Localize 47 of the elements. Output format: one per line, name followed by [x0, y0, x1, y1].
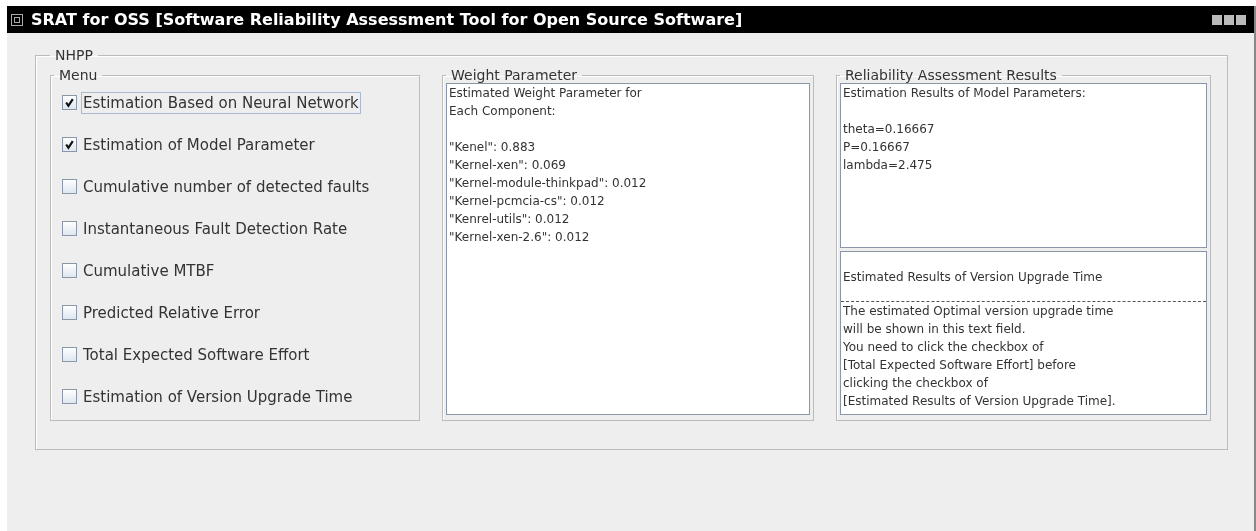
text-line: will be shown in this text field.	[843, 321, 1027, 338]
text-line: "Kenel": 0.883	[449, 139, 537, 156]
window-title: SRAT for OSS [Software Reliability Assessment Tool for Open Source Software]	[31, 10, 744, 29]
checkbox[interactable]	[62, 389, 77, 404]
text-line: The estimated Optimal version upgrade time	[843, 303, 1115, 320]
group-title: NHPP	[54, 47, 94, 63]
checkbox-label[interactable]: Predicted Relative Error	[81, 301, 262, 324]
text-line: Each Component:	[449, 103, 557, 120]
panel-title: Menu	[58, 67, 99, 83]
checkbox[interactable]	[62, 347, 77, 362]
text-line: "Kernel-module-thinkpad": 0.012	[449, 175, 648, 192]
checkbox-label[interactable]: Estimation Based on Neural Network	[81, 91, 361, 114]
model-results-text-area[interactable]: Estimation Results of Model Parameters: theta=0.16667 P=0.16667 lambda=2.475	[840, 83, 1207, 248]
text-line: "Kenrel-utils": 0.012	[449, 211, 571, 228]
checkbox[interactable]	[62, 305, 77, 320]
text-line: Estimation Results of Model Parameters:	[843, 85, 1087, 102]
close-icon[interactable]	[1236, 14, 1246, 25]
checkbox-label[interactable]: Cumulative number of detected faults	[81, 175, 372, 198]
upgrade-text-area[interactable]	[840, 251, 1207, 415]
checkbox[interactable]	[62, 221, 77, 236]
maximize-icon[interactable]	[1224, 14, 1234, 25]
weight-text-area[interactable]: Estimated Weight Parameter for Each Component: "Kenel": 0.883 "Kernel-xen": 0.069 "Kernel-module-thinkpad": 0.012 "Kernel-pcmcia-cs": 0.012 "Kenrel-utils": 0.012 "Kernel-xen-2.6": 0.012	[446, 83, 810, 415]
text-line: You need to click the checkbox of	[843, 339, 1045, 356]
text-line: Estimated Weight Parameter for	[449, 85, 643, 102]
panel-title: Weight Parameter	[450, 67, 579, 83]
text-line: theta=0.16667	[843, 121, 936, 138]
checkbox-label[interactable]: Estimation of Version Upgrade Time	[81, 385, 355, 408]
text-line: "Kernel-xen-2.6": 0.012	[449, 229, 591, 246]
text-line: P=0.16667	[843, 139, 911, 156]
text-line: [Estimated Results of Version Upgrade Time].	[843, 393, 1117, 410]
checkbox-label[interactable]: Estimation of Model Parameter	[81, 133, 317, 156]
minimize-icon[interactable]	[1212, 14, 1222, 25]
checkbox-label[interactable]: Instantaneous Fault Detection Rate	[81, 217, 350, 240]
text-line: lambda=2.475	[843, 157, 934, 174]
checkbox[interactable]	[62, 179, 77, 194]
upgrade-heading: Estimated Results of Version Upgrade Time	[842, 269, 1104, 286]
checkbox[interactable]	[62, 95, 77, 110]
text-line: "Kernel-pcmcia-cs": 0.012	[449, 193, 606, 210]
checkbox-label[interactable]: Cumulative MTBF	[81, 259, 217, 282]
window-menu-icon[interactable]	[11, 13, 23, 26]
checkbox-label[interactable]: Total Expected Software Effort	[81, 343, 312, 366]
text-line: clicking the checkbox of	[843, 375, 990, 392]
text-line: "Kernel-xen": 0.069	[449, 157, 567, 174]
text-line: [Total Expected Software Effort] before	[843, 357, 1077, 374]
checkbox[interactable]	[62, 263, 77, 278]
panel-title: Reliability Assessment Results	[844, 67, 1058, 83]
checkbox[interactable]	[62, 137, 77, 152]
